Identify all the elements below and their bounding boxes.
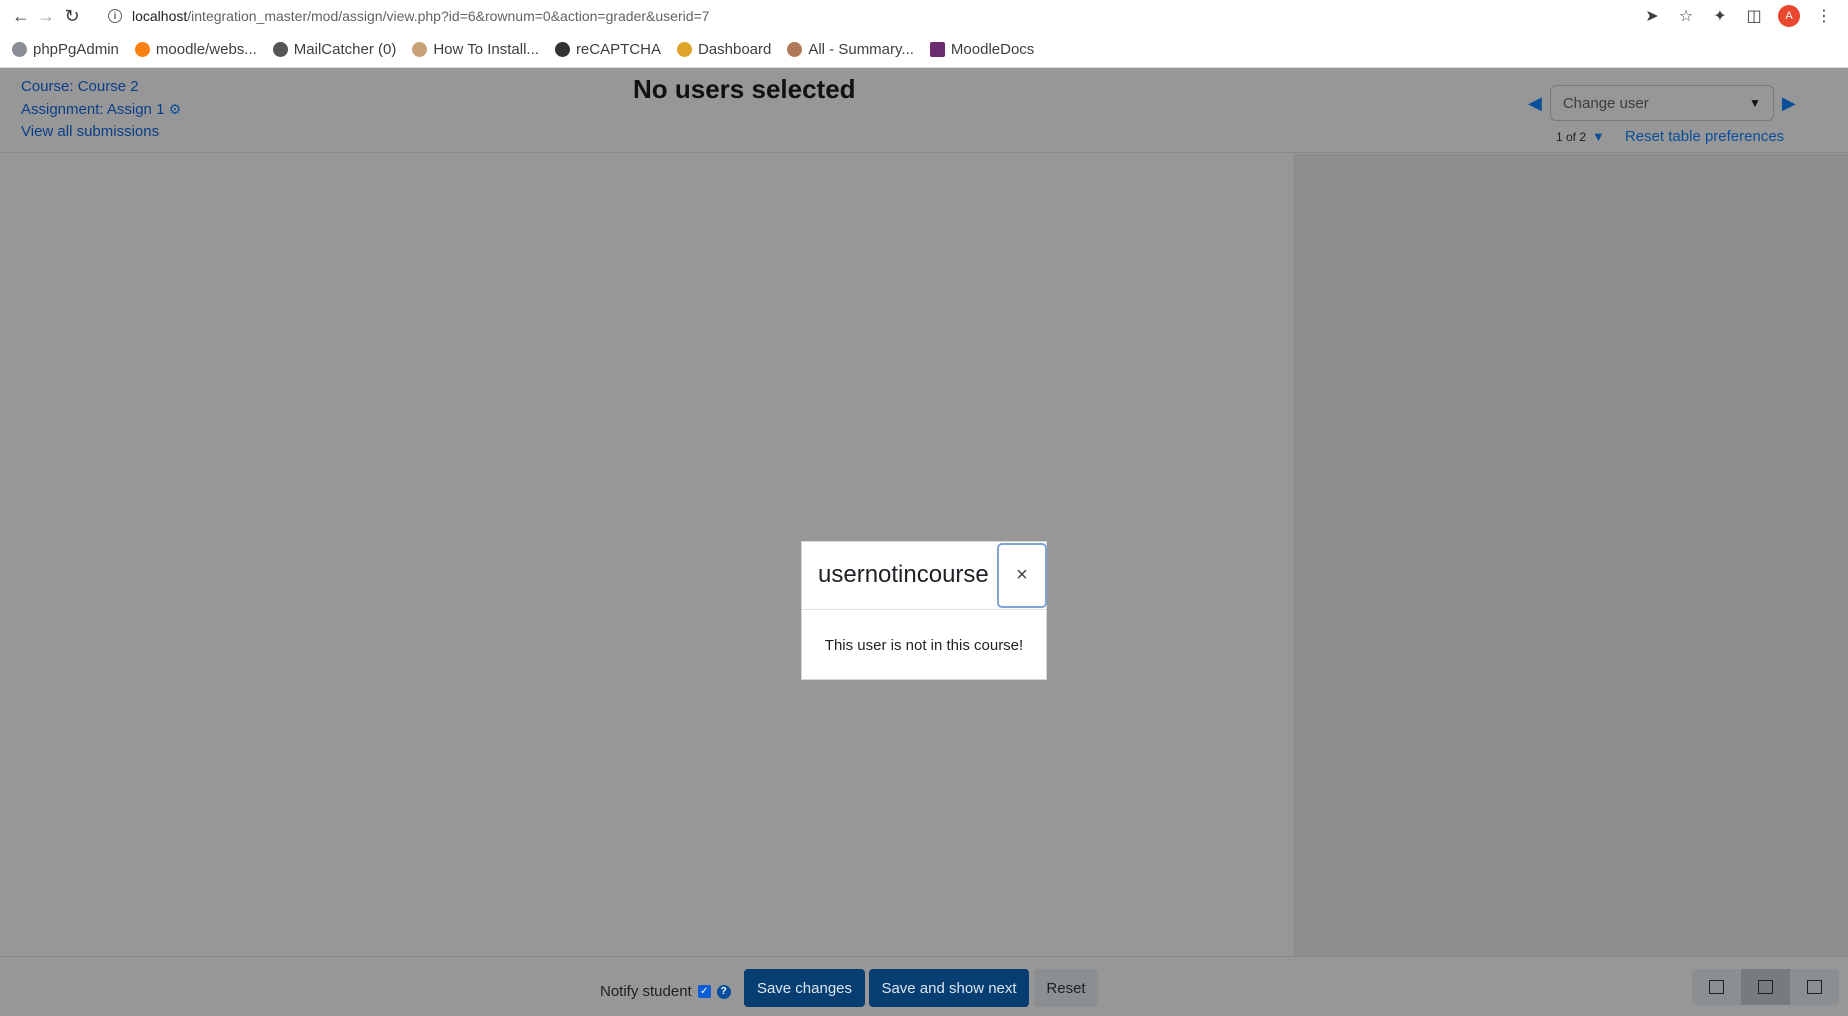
- chevron-down-icon: ▼: [1748, 96, 1761, 110]
- notify-student-label: Notify student: [600, 983, 692, 1000]
- url-host: localhost: [132, 8, 188, 24]
- side-panel-icon[interactable]: ◫: [1744, 6, 1764, 26]
- bookmark-how-to-install[interactable]: How To Install...: [412, 41, 539, 58]
- menu-icon[interactable]: ⋮: [1814, 6, 1834, 26]
- modal-title: usernotincourse: [818, 561, 989, 588]
- site-info-icon[interactable]: i: [108, 9, 122, 23]
- address-bar[interactable]: i localhost/integration_master/mod/assig…: [108, 3, 1668, 29]
- bookmark-all-summary[interactable]: All - Summary...: [787, 41, 914, 58]
- grader-footer: Notify student ✓ ? Save changes Save and…: [0, 956, 1848, 1016]
- layout-toggle-group: [1692, 969, 1839, 1005]
- forward-icon[interactable]: →: [33, 3, 59, 29]
- pager-count: 1 of 2: [1556, 129, 1587, 144]
- assignment-link[interactable]: Assignment: Assign 1 ⚙: [21, 98, 181, 121]
- back-icon[interactable]: ←: [8, 3, 34, 29]
- layout-collapse-grade-panel-button[interactable]: [1692, 969, 1741, 1005]
- layout-default-button[interactable]: [1741, 969, 1790, 1005]
- bookmark-moodle-webs[interactable]: moodle/webs...: [134, 41, 257, 58]
- moodle-icon: [134, 42, 150, 57]
- reset-button[interactable]: Reset: [1034, 969, 1098, 1007]
- layout-right-icon: [1807, 980, 1822, 994]
- course-link[interactable]: Course: Course 2: [21, 76, 181, 98]
- view-all-submissions-link[interactable]: View all submissions: [21, 121, 181, 143]
- url-path: /integration_master/mod/assign/view.php?…: [187, 8, 710, 24]
- bookmark-moodledocs[interactable]: MoodleDocs: [929, 41, 1034, 58]
- notify-student-checkbox[interactable]: ✓: [697, 985, 711, 998]
- pager-row: 1 of 2 ▼ Reset table preferences: [1556, 128, 1784, 145]
- bookmark-recaptcha[interactable]: reCAPTCHA: [554, 41, 661, 58]
- bookmarks-bar: phpPgAdmin moodle/webs... MailCatcher (0…: [0, 32, 1848, 68]
- filter-icon[interactable]: ▼: [1592, 129, 1605, 144]
- modal-header: usernotincourse ×: [802, 542, 1047, 610]
- user-not-in-course-modal: usernotincourse × This user is not in th…: [801, 541, 1047, 680]
- bookmark-phppgadmin[interactable]: phpPgAdmin: [12, 41, 119, 58]
- save-and-show-next-button[interactable]: Save and show next: [869, 969, 1029, 1007]
- howto-icon: [412, 42, 428, 57]
- send-icon[interactable]: ➤: [1642, 6, 1662, 26]
- close-icon[interactable]: ×: [997, 543, 1047, 608]
- browser-toolbar: ← → ↻ i localhost/integration_master/mod…: [0, 0, 1848, 32]
- help-icon[interactable]: ?: [716, 984, 731, 999]
- layout-split-icon: [1758, 980, 1773, 994]
- mailcatcher-icon: [272, 42, 288, 57]
- star-icon[interactable]: ☆: [1676, 6, 1696, 26]
- profile-avatar[interactable]: A: [1778, 5, 1800, 27]
- globe-icon: [554, 42, 570, 57]
- gear-icon[interactable]: ⚙: [169, 98, 182, 120]
- grader-page: Course: Course 2 Assignment: Assign 1 ⚙ …: [0, 68, 1848, 1016]
- summary-icon: [787, 42, 803, 57]
- save-changes-button[interactable]: Save changes: [744, 969, 865, 1007]
- bookmark-dashboard[interactable]: Dashboard: [676, 41, 771, 58]
- phppgadmin-icon: [12, 42, 27, 57]
- grader-header: Course: Course 2 Assignment: Assign 1 ⚙ …: [0, 68, 1848, 153]
- reset-table-preferences-link[interactable]: Reset table preferences: [1625, 128, 1784, 145]
- moodledocs-icon: [929, 42, 945, 57]
- bookmark-mailcatcher[interactable]: MailCatcher (0): [272, 41, 396, 58]
- dashboard-icon: [676, 42, 692, 57]
- breadcrumb: Course: Course 2 Assignment: Assign 1 ⚙ …: [21, 76, 181, 143]
- notify-student-group: Notify student ✓ ?: [600, 983, 731, 1000]
- user-navigation: ◀ Change user ▼ ▶: [1528, 85, 1796, 121]
- next-user-icon[interactable]: ▶: [1782, 93, 1796, 114]
- change-user-select[interactable]: Change user ▼: [1549, 85, 1774, 121]
- modal-message: This user is not in this course!: [824, 637, 1024, 654]
- page-title: No users selected: [633, 74, 856, 104]
- layout-left-icon: [1709, 980, 1724, 994]
- extensions-icon[interactable]: ✦: [1710, 6, 1730, 26]
- reload-icon[interactable]: ↻: [59, 3, 85, 29]
- layout-collapse-review-panel-button[interactable]: [1790, 969, 1839, 1005]
- previous-user-icon[interactable]: ◀: [1528, 93, 1542, 114]
- grade-panel: [1294, 154, 1848, 958]
